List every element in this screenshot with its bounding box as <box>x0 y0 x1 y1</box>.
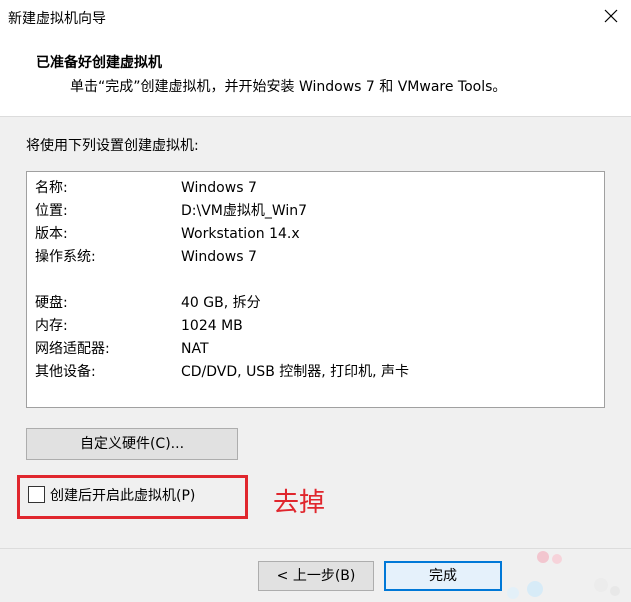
summary-value: NAT <box>181 341 209 357</box>
customize-hardware-button[interactable]: 自定义硬件(C)... <box>26 428 238 460</box>
wizard-content: 将使用下列设置创建虚拟机: 名称: Windows 7 位置: D:\VM虚拟机… <box>0 117 631 548</box>
back-button[interactable]: < 上一步(B) <box>258 561 374 591</box>
close-icon[interactable] <box>601 6 621 26</box>
summary-key: 硬盘: <box>35 295 68 311</box>
summary-key: 其他设备: <box>35 364 96 380</box>
finish-button[interactable]: 完成 <box>384 561 502 591</box>
window-title: 新建虚拟机向导 <box>8 11 106 27</box>
summary-value: D:\VM虚拟机_Win7 <box>181 203 308 219</box>
summary-key: 操作系统: <box>35 249 96 265</box>
power-on-label[interactable]: 创建后开启此虚拟机(P) <box>50 485 195 505</box>
power-on-checkbox[interactable] <box>28 486 45 503</box>
summary-key: 版本: <box>35 226 68 242</box>
summary-key: 位置: <box>35 203 68 219</box>
summary-value: 1024 MB <box>181 318 243 334</box>
summary-key: 内存: <box>35 318 68 334</box>
summary-value: CD/DVD, USB 控制器, 打印机, 声卡 <box>181 364 410 380</box>
wizard-footer: < 上一步(B) 完成 <box>0 549 631 602</box>
title-bar: 新建虚拟机向导 <box>0 0 631 36</box>
summary-key: 网络适配器: <box>35 341 110 357</box>
summary-value: Windows 7 <box>181 249 257 265</box>
header-subtitle: 单击“完成”创建虚拟机，并开始安装 Windows 7 和 VMware Too… <box>70 79 507 95</box>
intro-text: 将使用下列设置创建虚拟机: <box>26 138 199 154</box>
header-title: 已准备好创建虚拟机 <box>36 55 162 71</box>
settings-summary: 名称: Windows 7 位置: D:\VM虚拟机_Win7 版本: Work… <box>26 171 605 408</box>
watermark-decoration <box>507 551 620 599</box>
summary-key: 名称: <box>35 180 68 196</box>
annotation-text: 去掉 <box>273 488 326 518</box>
summary-value: Windows 7 <box>181 180 257 196</box>
wizard-header: 已准备好创建虚拟机 单击“完成”创建虚拟机，并开始安装 Windows 7 和 … <box>0 36 631 116</box>
summary-value: 40 GB, 拆分 <box>181 295 261 311</box>
summary-value: Workstation 14.x <box>181 226 300 242</box>
